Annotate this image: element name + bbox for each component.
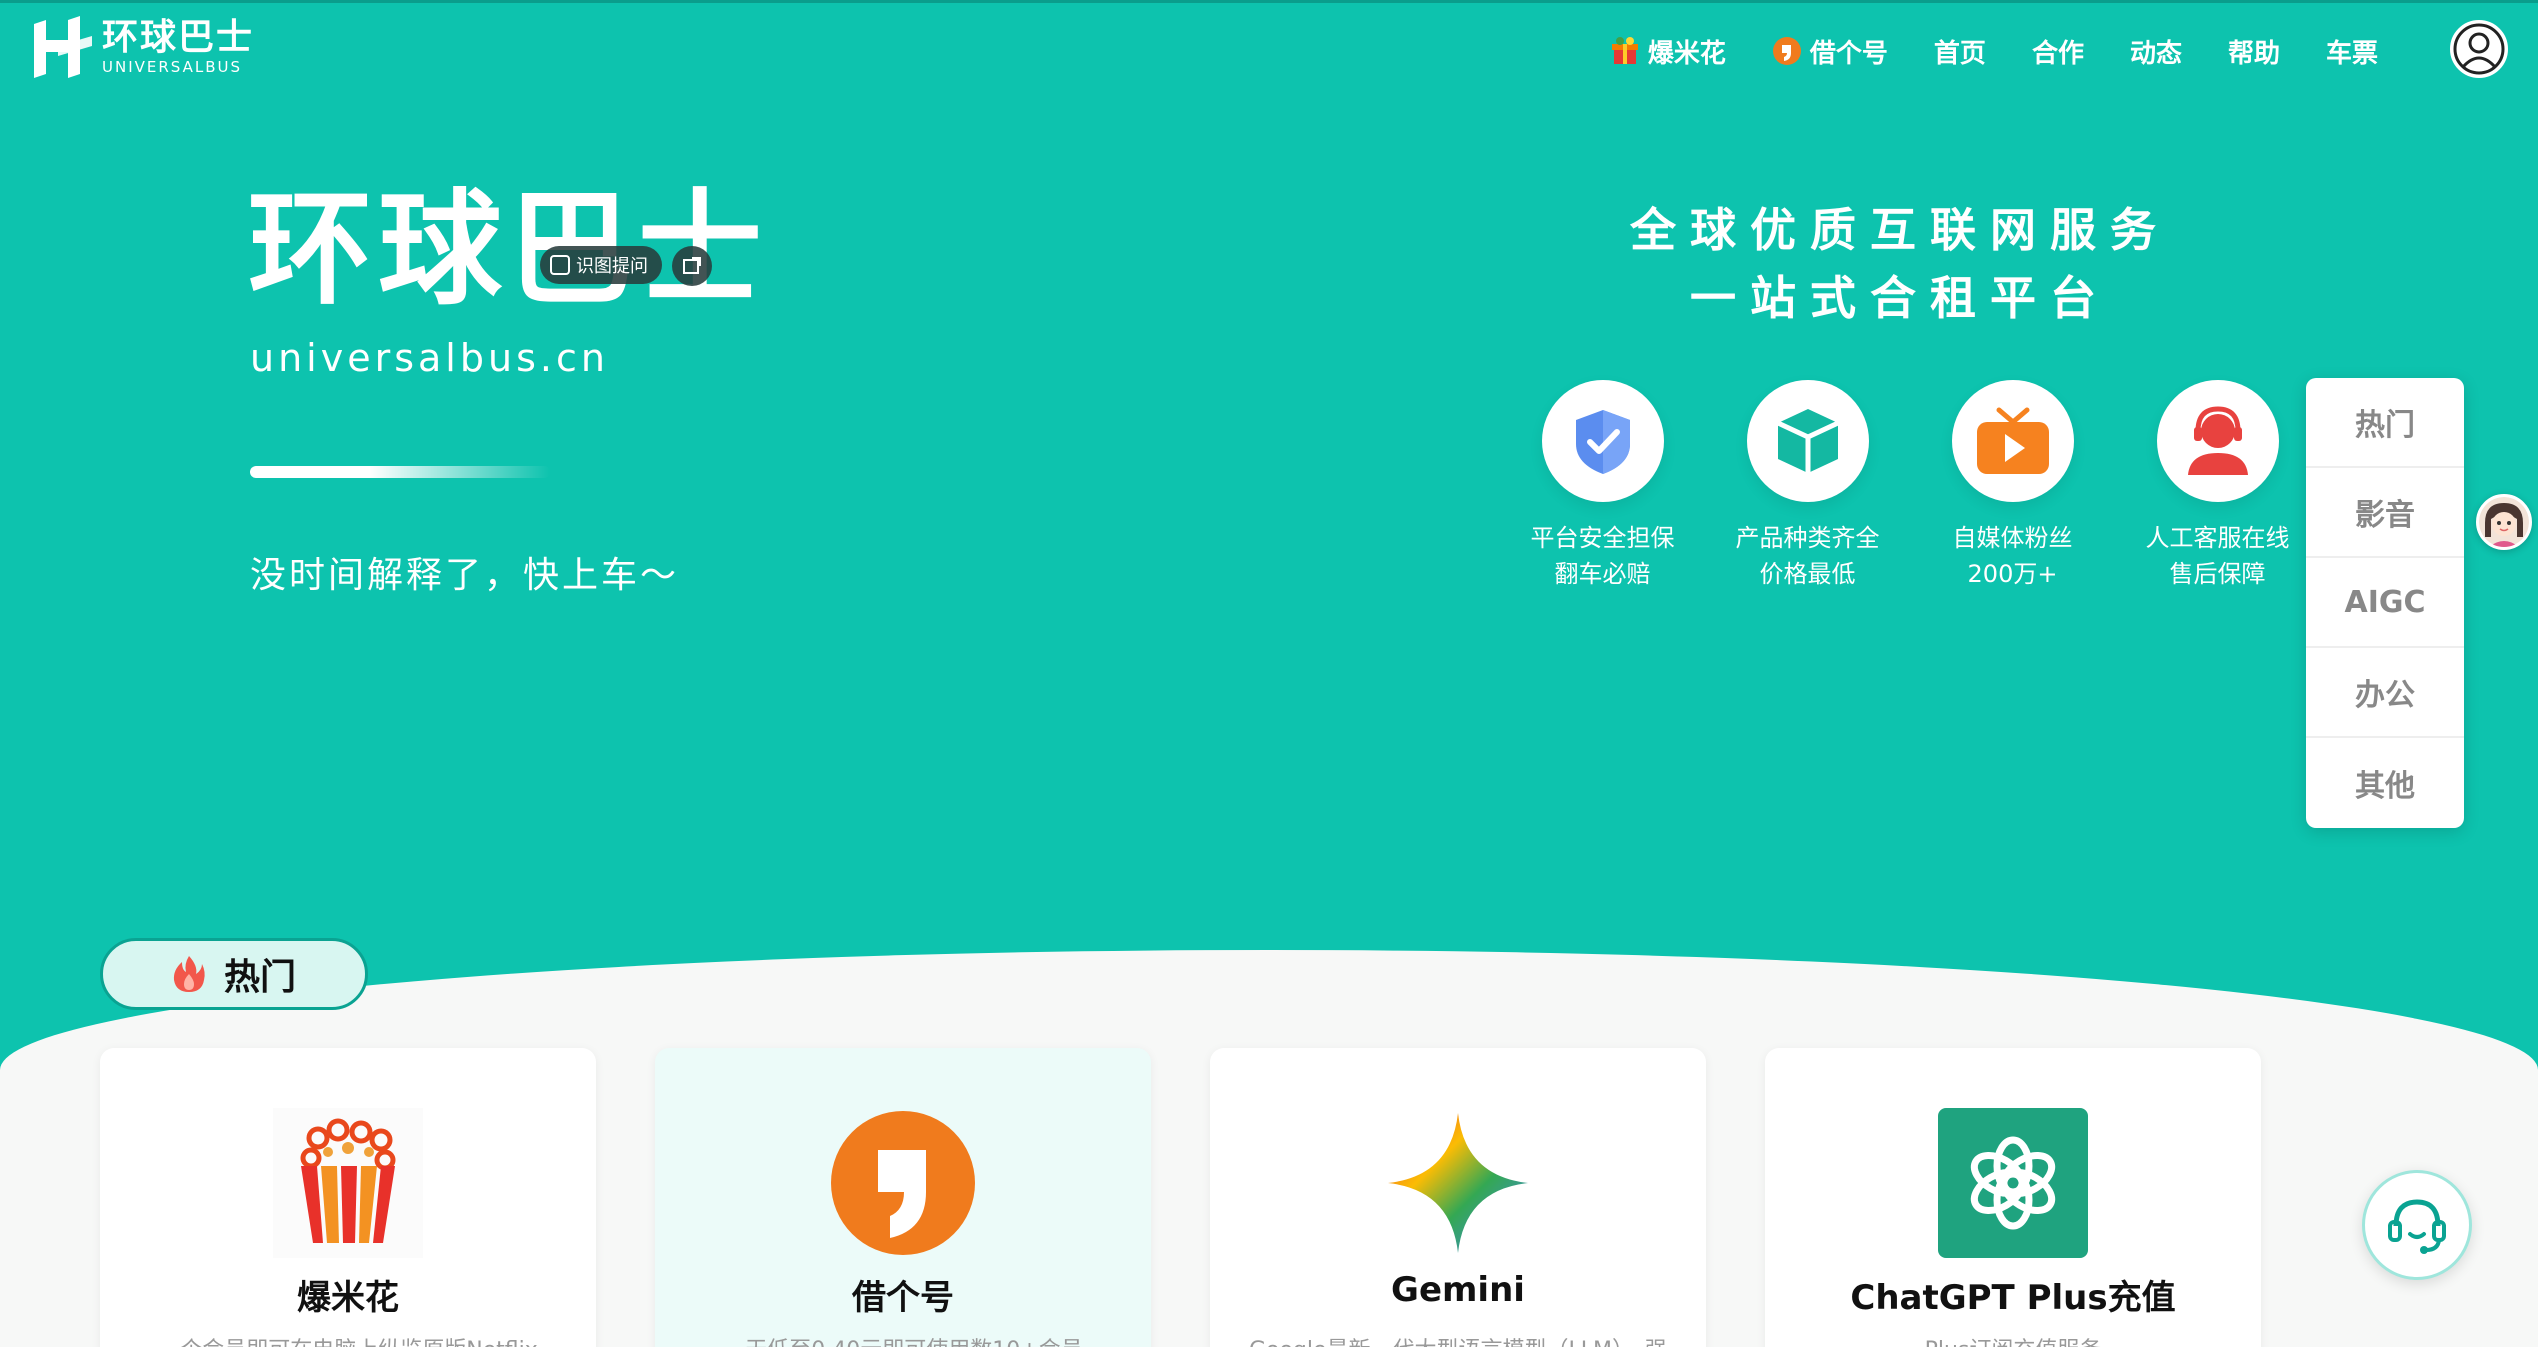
nav-item-home[interactable]: 首页 [1934, 33, 1986, 70]
feature-line-1: 平台安全担保 [1530, 524, 1675, 552]
nav-label: 帮助 [2227, 38, 2280, 69]
nav-item-help[interactable]: 帮助 [2228, 33, 2280, 70]
product-card-popcorn[interactable]: 爆米花 一个会员即可在电脑上纵览原版Netflix [100, 1048, 596, 1347]
card-description: Plus订阅充值服务 [1795, 1332, 2231, 1347]
openai-icon [1938, 1108, 2088, 1258]
tagline-line-1: 全球优质互联网服务 [1630, 203, 2170, 257]
card-title: ChatGPT Plus充值 [1850, 1278, 2176, 1318]
nav-label: 爆米花 [1647, 38, 1726, 69]
fire-icon [172, 954, 206, 994]
user-avatar-icon[interactable] [2450, 20, 2508, 78]
feature-line-1: 产品种类齐全 [1735, 524, 1880, 552]
feature-line-1: 自媒体粉丝 [1952, 524, 2073, 552]
product-card-chatgpt[interactable]: ChatGPT Plus充值 Plus订阅充值服务 [1765, 1048, 2261, 1347]
logo-h-icon [28, 16, 96, 78]
feature-line-2: 200万+ [1967, 560, 2058, 588]
section-tab-label: 热门 [223, 957, 296, 998]
feature-line-2: 价格最低 [1759, 560, 1856, 588]
category-panel: 热门 影音 AIGC 办公 其他 [2306, 378, 2464, 828]
nav-item-jiegehao[interactable]: 借个号 [1772, 33, 1888, 70]
scan-icon [550, 255, 570, 275]
top-border [0, 0, 2538, 3]
customer-service-icon [2156, 380, 2279, 502]
image-ask-label: 识图提问 [576, 256, 648, 277]
feature-list: 平台安全担保 翻车必赔 产品种类齐全 价格最低 自媒体粉丝 200万+ 人工客服… [1500, 380, 2320, 592]
image-export-icon [683, 257, 701, 274]
popcorn-icon [273, 1108, 423, 1258]
category-media[interactable]: 影音 [2306, 468, 2464, 558]
category-aigc[interactable]: AIGC [2306, 558, 2464, 648]
hero-domain: universalbus.cn [250, 336, 609, 380]
support-chat-button[interactable] [2362, 1170, 2472, 1280]
hero-slogan: 没时间解释了，快上车～ [250, 555, 680, 596]
nav-label: 合作 [2031, 38, 2084, 69]
hero-divider [250, 466, 550, 478]
nav-label: 借个号 [1809, 38, 1888, 69]
card-title: 爆米花 [297, 1278, 399, 1318]
product-card-jiegehao[interactable]: 借个号 一天低至0.40元即可使用数10+会员 [655, 1048, 1151, 1347]
card-title: 借个号 [852, 1278, 954, 1318]
feature-item: 产品种类齐全 价格最低 [1705, 380, 1910, 592]
hero-tagline: 全球优质互联网服务 一站式合租平台 [1630, 196, 2170, 332]
feature-item: 人工客服在线 售后保障 [2115, 380, 2320, 592]
cube-icon [1746, 380, 1869, 502]
nav-label: 首页 [1933, 38, 1986, 69]
nav-item-ticket[interactable]: 车票 [2326, 33, 2378, 70]
feature-line-1: 人工客服在线 [2145, 524, 2290, 552]
section-tab-hot[interactable]: 热门 [100, 938, 368, 1010]
nav-item-news[interactable]: 动态 [2130, 33, 2182, 70]
card-description: 一天低至0.40元即可使用数10+会员 [685, 1332, 1121, 1347]
image-ask-button[interactable]: 识图提问 [540, 246, 662, 284]
site-logo[interactable]: 环球巴士 UNIVERSALBUS [28, 16, 254, 78]
image-export-button[interactable] [672, 246, 712, 286]
category-other[interactable]: 其他 [2306, 738, 2464, 828]
logo-name-en: UNIVERSALBUS [102, 58, 242, 76]
nav-label: 车票 [2325, 38, 2378, 69]
card-title: Gemini [1391, 1270, 1525, 1310]
tv-play-icon [1951, 380, 2074, 502]
product-card-gemini[interactable]: Gemini Google最新一代大型语言模型（LLM），强 [1210, 1048, 1706, 1347]
gemini-icon [1383, 1108, 1533, 1258]
card-description: 一个会员即可在电脑上纵览原版Netflix [130, 1332, 566, 1347]
category-office[interactable]: 办公 [2306, 648, 2464, 738]
logo-name-cn: 环球巴士 [102, 17, 255, 58]
gift-icon [1610, 36, 1640, 66]
assistant-avatar-icon[interactable] [2476, 494, 2532, 550]
tagline-line-2: 一站式合租平台 [1690, 271, 2110, 325]
nav-item-popcorn[interactable]: 爆米花 [1610, 33, 1726, 70]
feature-item: 自媒体粉丝 200万+ [1910, 380, 2115, 592]
headset-icon [2388, 1199, 2446, 1254]
feature-line-2: 翻车必赔 [1554, 560, 1651, 588]
category-hot[interactable]: 热门 [2306, 378, 2464, 468]
card-description: Google最新一代大型语言模型（LLM），强 [1240, 1332, 1676, 1347]
shield-check-icon [1541, 380, 1664, 502]
nav-item-cooperate[interactable]: 合作 [2032, 33, 2084, 70]
jiegehao-icon [828, 1108, 978, 1258]
main-nav: 爆米花 借个号 首页 合作 动态 帮助 车票 [1610, 26, 2378, 76]
jiegehao-icon [1772, 36, 1802, 66]
nav-label: 动态 [2129, 38, 2182, 69]
feature-line-2: 售后保障 [2169, 560, 2266, 588]
feature-item: 平台安全担保 翻车必赔 [1500, 380, 1705, 592]
